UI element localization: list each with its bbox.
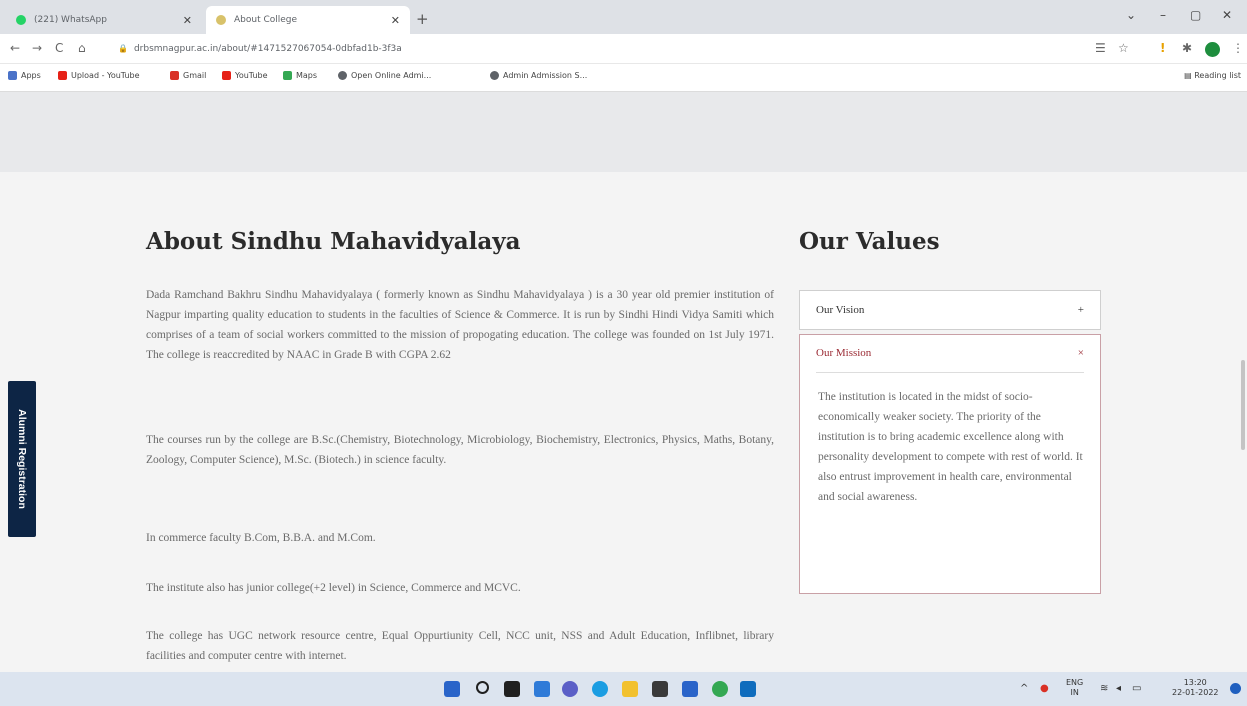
mail-icon[interactable] [682,681,698,697]
file-explorer-icon[interactable] [622,681,638,697]
extensions-icon[interactable]: ✱ [1182,41,1192,55]
clock[interactable]: 13:20 22-01-2022 [1172,678,1219,698]
alumni-registration-tab[interactable]: Alumni Registration [8,381,36,537]
tab-title: About College [234,15,298,25]
address-bar[interactable]: 🔒 drbsmnagpur.ac.in/about/#1471527067054-… [118,39,1078,59]
windows-taskbar: ^ ● ENG IN ≋ ◂ ▭ 13:20 22-01-2022 [0,672,1247,706]
edge-icon[interactable] [592,681,608,697]
college-favicon-icon [216,15,226,25]
about-paragraph-commerce: In commerce faculty B.Com, B.B.A. and M.… [146,532,376,544]
mission-header[interactable]: Our Mission × [816,347,1084,373]
back-button[interactable]: ← [10,41,20,55]
values-heading: Our Values [799,228,940,255]
chat-icon[interactable] [562,681,578,697]
alert-icon[interactable]: ! [1160,41,1165,55]
tab-search-icon[interactable]: ⌄ [1126,8,1136,22]
lock-icon: 🔒 [118,44,128,53]
bookmark-upload-youtube[interactable]: Upload - YouTube [58,71,140,80]
reading-list-label: Reading list [1194,71,1241,80]
language-code: ENG [1066,678,1084,687]
accordion-our-mission: Our Mission × The institution is located… [799,334,1101,594]
new-tab-button[interactable]: + [416,10,429,28]
mission-text: The institution is located in the midst … [818,391,1083,503]
globe-icon [490,71,499,80]
mission-label: Our Mission [816,347,872,359]
reload-button[interactable]: C [55,41,63,55]
bookmarks-bar: Apps Upload - YouTube Gmail YouTube Maps… [0,64,1247,92]
bookmark-youtube[interactable]: YouTube [222,71,268,80]
gmail-icon [170,71,179,80]
bookmark-label: Gmail [183,71,207,80]
tab-title: (221) WhatsApp [34,15,107,25]
vision-label: Our Vision [816,304,865,316]
wifi-icon[interactable]: ≋ [1100,683,1108,694]
youtube-icon [222,71,231,80]
bookmark-maps[interactable]: Maps [283,71,317,80]
widgets-icon[interactable] [534,681,550,697]
bookmark-label: Open Online Admi... [351,71,432,80]
bookmark-label: Maps [296,71,318,80]
clock-time: 13:20 [1183,678,1207,687]
reading-list-icon: ▤ [1184,71,1195,80]
close-tab-icon[interactable]: ✕ [391,14,400,27]
minimize-button[interactable]: – [1160,8,1166,22]
url-text: drbsmnagpur.ac.in/about/#1471527067054-0… [133,44,402,54]
start-icon[interactable] [444,681,460,697]
language-indicator[interactable]: ENG IN [1066,678,1083,698]
battery-icon[interactable]: ▭ [1132,683,1141,694]
about-paragraph-intro: Dada Ramchand Bakhru Sindhu Mahavidyalay… [146,289,774,361]
close-tab-icon[interactable]: ✕ [183,14,192,27]
bookmark-gmail[interactable]: Gmail [170,71,206,80]
whatsapp-favicon-icon [16,15,26,25]
volume-icon[interactable]: ◂ [1116,683,1121,694]
maps-icon [283,71,292,80]
app-list-icon[interactable]: ☰ [1095,41,1106,55]
bookmark-open-online-admission[interactable]: Open Online Admi... [338,71,431,80]
bookmark-label: Admin Admission S... [503,71,588,80]
search-icon[interactable] [476,681,489,694]
forward-button[interactable]: → [32,41,42,55]
alumni-registration-label: Alumni Registration [16,409,29,509]
about-paragraph-courses: The courses run by the college are B.Sc.… [146,434,774,466]
about-paragraph-facilities: The college has UGC network resource cen… [146,630,774,662]
accordion-our-vision[interactable]: Our Vision + [799,290,1101,330]
browser-toolbar: ← → C ⌂ 🔒 drbsmnagpur.ac.in/about/#147152… [0,34,1247,64]
clock-date: 22-01-2022 [1172,688,1219,697]
show-hidden-icons-chevron[interactable]: ^ [1020,683,1028,694]
task-view-icon[interactable] [504,681,520,697]
apps-grid-icon [8,71,17,80]
bookmark-star-icon[interactable]: ☆ [1118,41,1129,55]
reading-list-button[interactable]: ▤ Reading list [1184,71,1241,80]
bookmark-apps[interactable]: Apps [8,71,41,80]
store-icon[interactable] [652,681,668,697]
youtube-icon [58,71,67,80]
bookmark-label: Apps [21,71,41,80]
plus-icon: + [1077,304,1084,316]
home-button[interactable]: ⌂ [78,41,86,55]
bookmark-label: Upload - YouTube [71,71,140,80]
about-heading: About Sindhu Mahavidyalaya [146,228,521,255]
page-banner [0,92,1247,172]
restore-button[interactable]: ▢ [1190,8,1201,22]
menu-icon[interactable]: ⋮ [1232,41,1244,55]
bookmark-label: YouTube [235,71,268,80]
tab-about-college[interactable]: About College ✕ [206,6,410,34]
tab-whatsapp[interactable]: (221) WhatsApp ✕ [6,6,202,34]
notification-icon[interactable] [1230,683,1241,694]
profile-avatar[interactable] [1205,42,1220,57]
region-code: IN [1070,688,1079,697]
chrome-icon[interactable] [712,681,728,697]
browser-tab-strip: (221) WhatsApp ✕ About College ✕ + ⌄ – ▢… [0,0,1247,34]
globe-icon [338,71,347,80]
scrollbar-thumb[interactable] [1241,360,1245,450]
close-window-button[interactable]: ✕ [1222,8,1232,22]
antivirus-tray-icon[interactable]: ● [1040,683,1049,694]
outlook-icon[interactable] [740,681,756,697]
about-paragraph-junior: The institute also has junior college(+2… [146,582,521,594]
bookmark-admin-admission[interactable]: Admin Admission S... [490,71,587,80]
close-icon: × [1077,347,1084,359]
